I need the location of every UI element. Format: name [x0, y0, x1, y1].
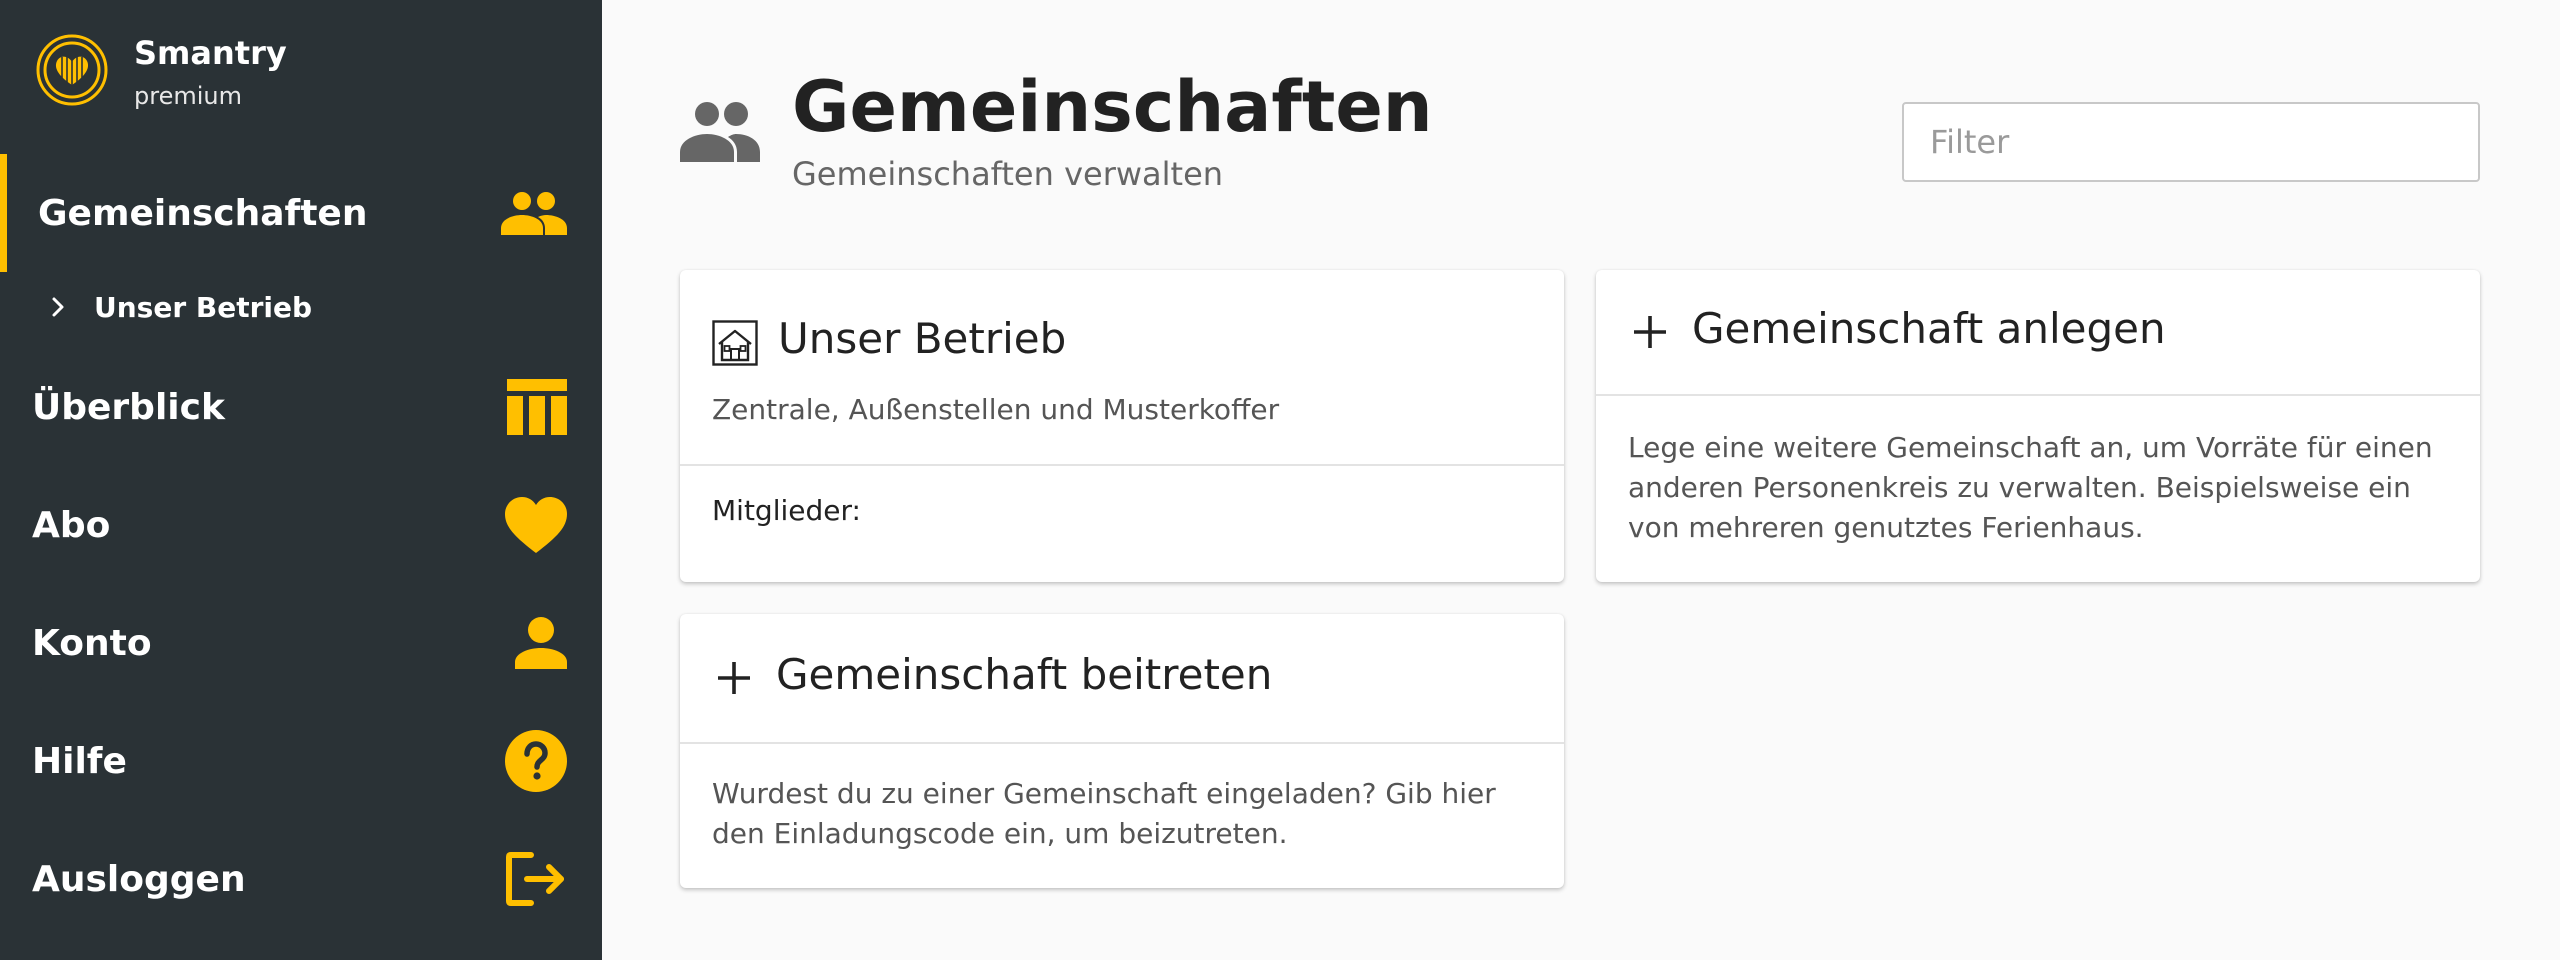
sidebar-subitem-unser-betrieb[interactable]: Unser Betrieb — [0, 282, 602, 332]
sidebar-item-label: Überblick — [32, 386, 225, 428]
heart-icon — [505, 497, 567, 553]
table-icon — [507, 379, 567, 435]
sidebar-item-label: Abo — [32, 504, 111, 546]
create-community-card[interactable]: Gemeinschaft anlegen Lege eine weitere G… — [1596, 270, 2480, 582]
card-title: Unser Betrieb — [778, 314, 1067, 363]
plus-icon — [718, 662, 750, 694]
sidebar-item-label: Unser Betrieb — [94, 290, 313, 324]
brand-name: Smantry — [134, 34, 287, 72]
sidebar-item-label: Ausloggen — [32, 858, 246, 900]
sidebar-item-label: Hilfe — [32, 740, 127, 782]
plus-icon — [1634, 316, 1666, 348]
house-icon — [712, 320, 758, 366]
join-community-card[interactable]: Gemeinschaft beitreten Wurdest du zu ein… — [680, 614, 1564, 888]
card-title: Gemeinschaft anlegen — [1692, 304, 2166, 353]
people-icon — [680, 102, 760, 162]
sidebar-item-gemeinschaften[interactable]: Gemeinschaften — [0, 154, 602, 272]
help-circle-icon — [505, 730, 567, 792]
card-description: Zentrale, Außenstellen und Musterkoffer — [712, 393, 1280, 426]
sidebar-item-ueberblick[interactable]: Überblick — [0, 348, 602, 466]
page-subtitle: Gemeinschaften verwalten — [792, 155, 1224, 193]
sidebar-item-konto[interactable]: Konto — [0, 584, 602, 702]
sidebar-item-ausloggen[interactable]: Ausloggen — [0, 820, 602, 938]
filter-input[interactable] — [1902, 102, 2480, 182]
logout-icon — [506, 852, 564, 906]
sidebar-item-hilfe[interactable]: Hilfe — [0, 702, 602, 820]
person-icon — [515, 617, 567, 669]
people-icon — [501, 192, 567, 235]
brand-tier: premium — [134, 82, 242, 110]
card-text: Wurdest du zu einer Gemeinschaft eingela… — [712, 777, 1496, 850]
community-card[interactable]: Unser Betrieb Zentrale, Außenstellen und… — [680, 270, 1564, 582]
sidebar: Smantry premium Gemeinschaften Unser Bet… — [0, 0, 602, 960]
page-title: Gemeinschaften — [792, 66, 1433, 148]
sidebar-item-abo[interactable]: Abo — [0, 466, 602, 584]
card-header: Unser Betrieb Zentrale, Außenstellen und… — [680, 270, 1564, 466]
card-title: Gemeinschaft beitreten — [776, 650, 1273, 699]
chevron-right-icon — [52, 297, 64, 317]
smantry-logo-icon — [36, 34, 108, 106]
sidebar-item-label: Gemeinschaften — [38, 192, 368, 234]
card-text: Lege eine weitere Gemeinschaft an, um Vo… — [1628, 431, 2433, 544]
members-label: Mitglieder: — [712, 494, 861, 527]
sidebar-item-label: Konto — [32, 622, 152, 664]
brand[interactable]: Smantry premium — [35, 33, 287, 113]
card-header: Gemeinschaft beitreten — [680, 614, 1564, 744]
card-header: Gemeinschaft anlegen — [1596, 270, 2480, 396]
